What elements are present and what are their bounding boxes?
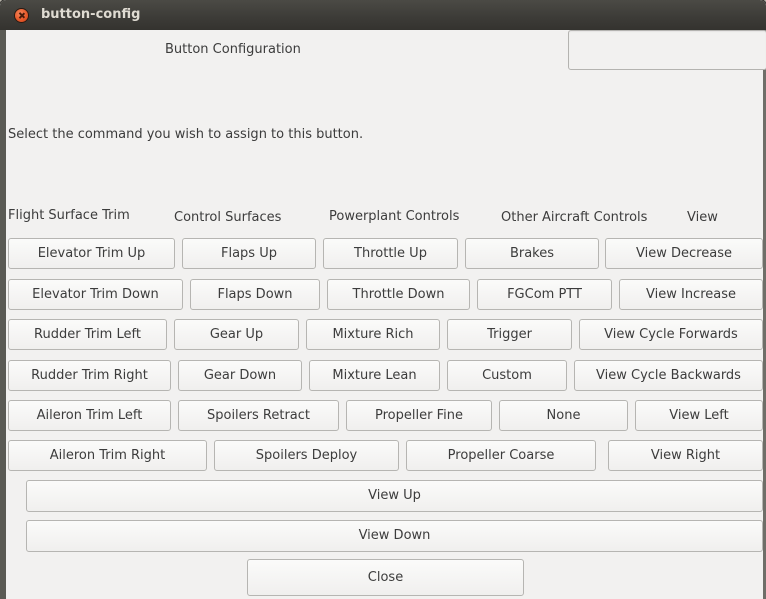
- view-left-button[interactable]: View Left: [635, 400, 763, 431]
- mixture-rich-button[interactable]: Mixture Rich: [306, 319, 440, 350]
- column-header-flight-surface-trim: Flight Surface Trim: [8, 208, 130, 223]
- view-up-button[interactable]: View Up: [26, 480, 763, 512]
- view-cycle-forwards-button[interactable]: View Cycle Forwards: [579, 319, 763, 350]
- rudder-trim-right-button[interactable]: Rudder Trim Right: [8, 360, 171, 391]
- custom-button[interactable]: Custom: [447, 360, 567, 391]
- flaps-down-button[interactable]: Flaps Down: [190, 279, 320, 310]
- aileron-trim-left-button[interactable]: Aileron Trim Left: [8, 400, 171, 431]
- throttle-up-button[interactable]: Throttle Up: [323, 238, 458, 269]
- title-bar: button-config: [0, 0, 766, 30]
- brakes-button[interactable]: Brakes: [465, 238, 599, 269]
- column-header-powerplant-controls: Powerplant Controls: [329, 209, 460, 224]
- spoilers-deploy-button[interactable]: Spoilers Deploy: [214, 440, 399, 471]
- spoilers-retract-button[interactable]: Spoilers Retract: [178, 400, 339, 431]
- rudder-trim-left-button[interactable]: Rudder Trim Left: [8, 319, 167, 350]
- none-button[interactable]: None: [499, 400, 628, 431]
- view-decrease-button[interactable]: View Decrease: [605, 238, 763, 269]
- view-right-button[interactable]: View Right: [608, 440, 763, 471]
- view-down-button[interactable]: View Down: [26, 520, 763, 552]
- window-frame-left: [0, 30, 6, 599]
- elevator-trim-down-button[interactable]: Elevator Trim Down: [8, 279, 183, 310]
- close-icon[interactable]: [15, 9, 28, 22]
- command-entry-field[interactable]: [568, 30, 766, 70]
- column-header-view: View: [687, 210, 718, 225]
- button-config-window: button-config Button Configuration Selec…: [0, 0, 766, 599]
- fgcom-ptt-button[interactable]: FGCom PTT: [477, 279, 612, 310]
- elevator-trim-up-button[interactable]: Elevator Trim Up: [8, 238, 175, 269]
- instruction-text: Select the command you wish to assign to…: [8, 127, 364, 142]
- propeller-coarse-button[interactable]: Propeller Coarse: [406, 440, 596, 471]
- flaps-up-button[interactable]: Flaps Up: [182, 238, 316, 269]
- throttle-down-button[interactable]: Throttle Down: [327, 279, 470, 310]
- window-title: button-config: [41, 7, 141, 22]
- aileron-trim-right-button[interactable]: Aileron Trim Right: [8, 440, 207, 471]
- dialog-heading: Button Configuration: [165, 42, 301, 57]
- column-header-other-aircraft-controls: Other Aircraft Controls: [501, 210, 648, 225]
- propeller-fine-button[interactable]: Propeller Fine: [346, 400, 492, 431]
- gear-down-button[interactable]: Gear Down: [178, 360, 302, 391]
- close-button[interactable]: Close: [247, 559, 524, 596]
- mixture-lean-button[interactable]: Mixture Lean: [309, 360, 440, 391]
- gear-up-button[interactable]: Gear Up: [174, 319, 299, 350]
- column-header-control-surfaces: Control Surfaces: [174, 210, 282, 225]
- view-cycle-backwards-button[interactable]: View Cycle Backwards: [574, 360, 763, 391]
- trigger-button[interactable]: Trigger: [447, 319, 572, 350]
- view-increase-button[interactable]: View Increase: [619, 279, 763, 310]
